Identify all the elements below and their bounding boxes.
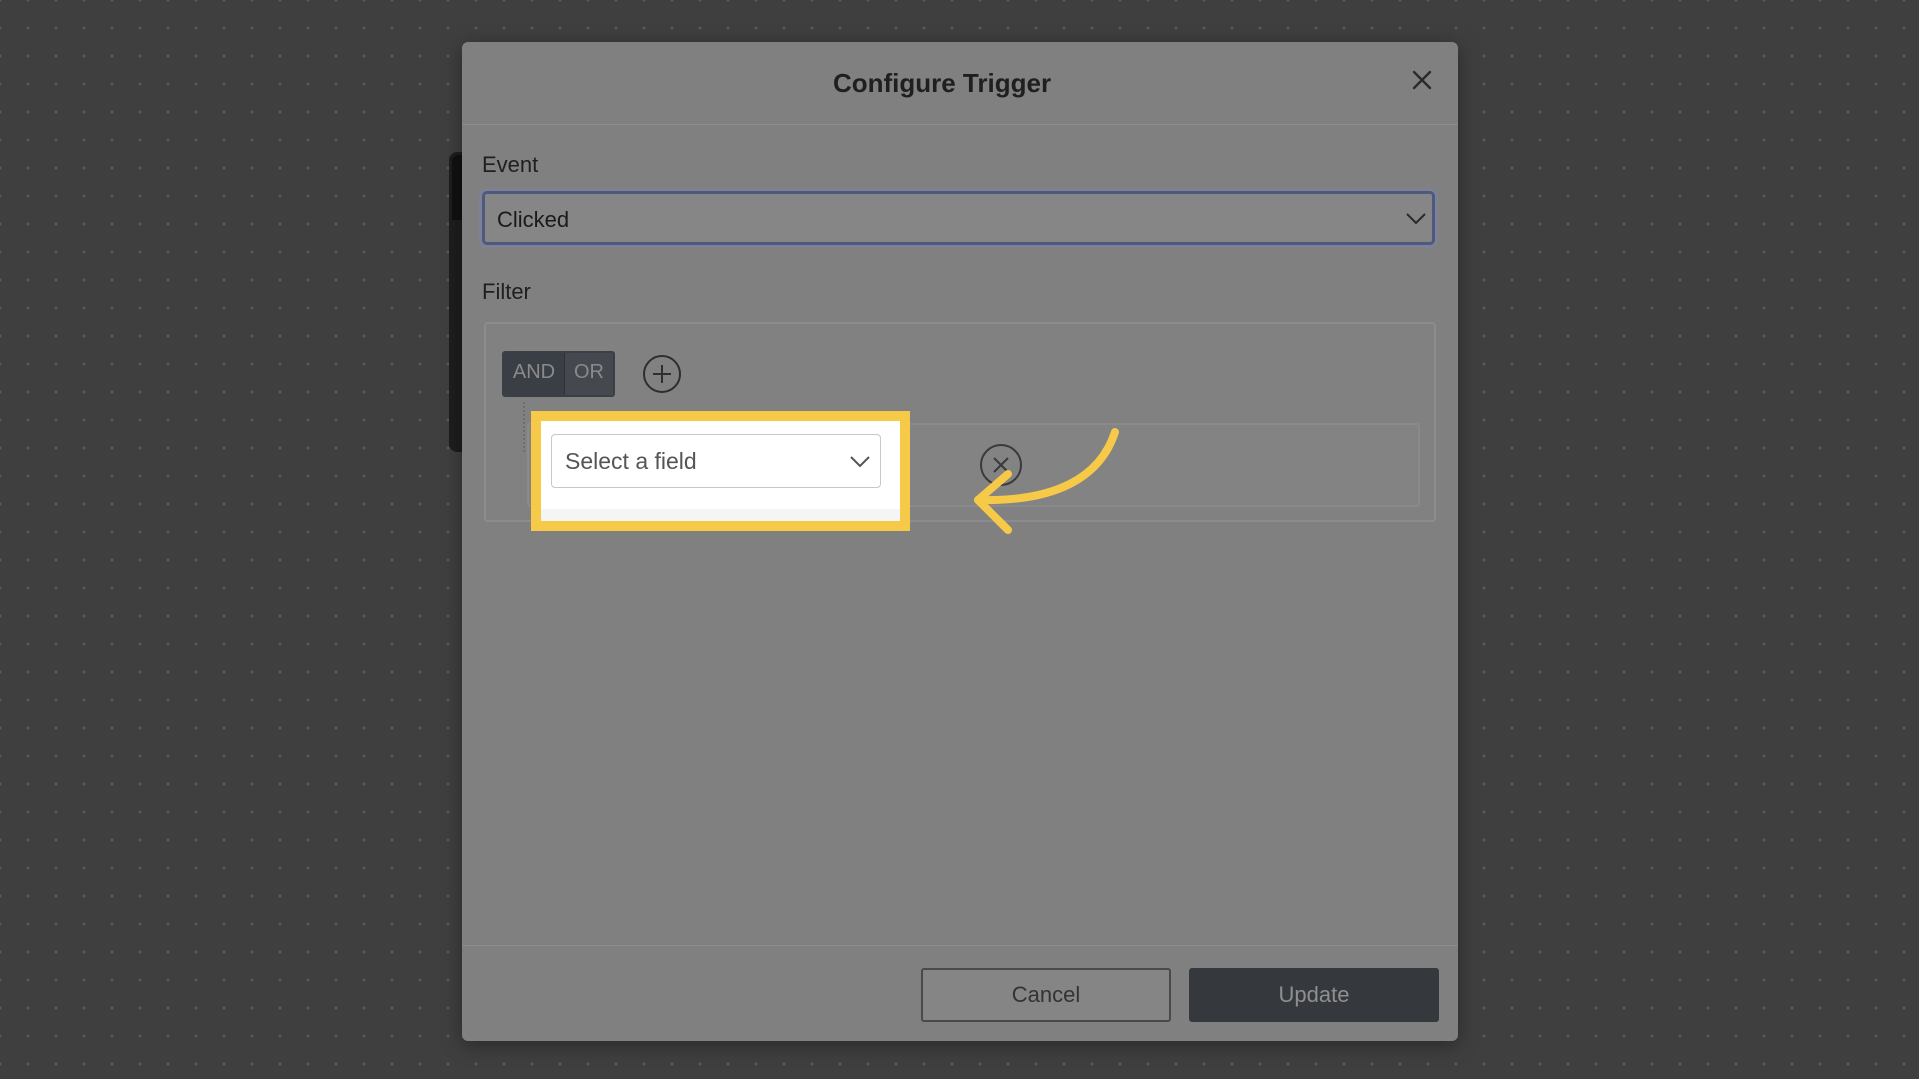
dialog-title: Configure Trigger [832,68,1052,98]
event-label: Event [482,152,539,177]
curved-arrow-icon [974,428,1119,534]
dialog-footer: Cancel Update [462,945,1458,1042]
field-select[interactable]: Select a field [551,434,881,488]
filter-label: Filter [482,279,531,304]
field-select-placeholder: Select a field [565,448,697,474]
and-toggle-button[interactable]: AND [504,353,564,395]
or-toggle-button[interactable]: OR [564,353,613,395]
dialog-header: Configure Trigger [462,42,1458,125]
add-rule-button[interactable] [642,354,682,394]
highlight-bottom-strip [541,509,900,521]
cancel-button[interactable]: Cancel [921,968,1171,1022]
logic-toggle: AND OR [502,351,615,397]
event-select[interactable]: Clicked [482,191,1435,245]
rule-connector-line [523,402,525,452]
configure-trigger-dialog: Configure Trigger Event Clicked Filter A… [462,42,1458,1041]
chevron-down-icon [850,456,870,468]
event-select-value: Clicked [497,207,570,232]
plus-circle-icon [643,355,681,393]
update-button[interactable]: Update [1189,968,1439,1022]
close-button[interactable] [1406,64,1438,96]
close-icon [1412,70,1432,90]
highlight-callout-box: Select a field [531,411,910,531]
chevron-down-icon [1406,213,1426,225]
